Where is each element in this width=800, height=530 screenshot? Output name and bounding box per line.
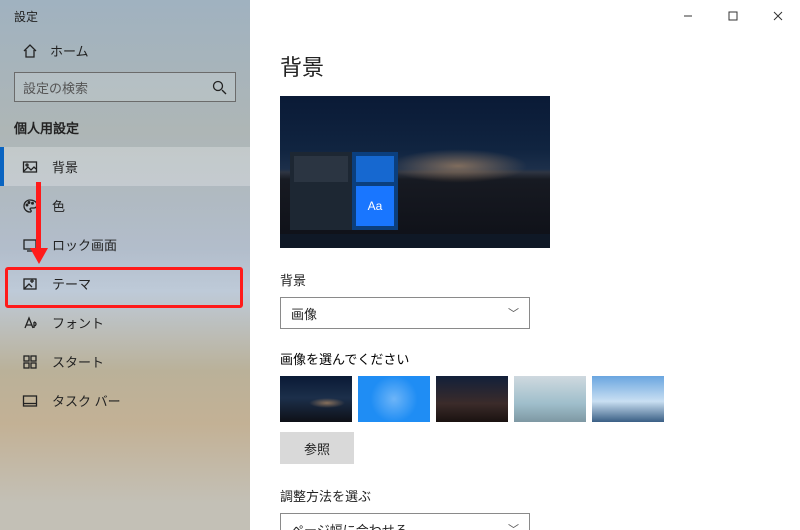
- main-panel: 背景 Aa 背景 画像 ﹀ 画像を選んでください 参照 調整方法を選ぶ ページ幅…: [250, 0, 800, 530]
- chevron-down-icon: ﹀: [508, 305, 519, 321]
- titlebar: [250, 0, 800, 32]
- home-icon: [22, 43, 38, 59]
- search-icon: [211, 79, 227, 95]
- choose-image-group: 画像を選んでください 参照: [280, 349, 800, 464]
- background-type-label: 背景: [280, 270, 800, 289]
- choose-image-label: 画像を選んでください: [280, 349, 800, 368]
- lockscreen-icon: [22, 237, 38, 253]
- sidebar-item-background[interactable]: 背景: [0, 147, 250, 186]
- sidebar-home[interactable]: ホーム: [0, 33, 250, 70]
- fit-select[interactable]: ページ幅に合わせる ﹀: [280, 513, 530, 530]
- wallpaper-thumb[interactable]: [514, 376, 586, 422]
- sidebar-item-themes[interactable]: テーマ: [0, 264, 250, 303]
- sidebar-item-label: 色: [52, 196, 65, 215]
- search-wrap: 設定の検索: [0, 70, 250, 112]
- preview-taskbar: [280, 234, 550, 248]
- maximize-button[interactable]: [710, 2, 755, 30]
- wallpaper-thumb[interactable]: [280, 376, 352, 422]
- preview-start-panel: Aa: [290, 152, 398, 230]
- taskbar-icon: [22, 393, 38, 409]
- sidebar-item-lockscreen[interactable]: ロック画面: [0, 225, 250, 264]
- start-icon: [22, 354, 38, 370]
- background-type-group: 背景 画像 ﹀: [280, 270, 800, 329]
- sidebar-item-label: 背景: [52, 157, 78, 176]
- search-input[interactable]: 設定の検索: [14, 72, 236, 102]
- sidebar-section-title: 個人用設定: [0, 112, 250, 147]
- thumbnail-row: [280, 376, 800, 422]
- sidebar-item-label: フォント: [52, 313, 104, 332]
- wallpaper-thumb[interactable]: [436, 376, 508, 422]
- wallpaper-thumb[interactable]: [592, 376, 664, 422]
- page-title: 背景: [250, 32, 800, 96]
- sidebar-item-label: テーマ: [52, 274, 91, 293]
- sidebar-nav: 背景 色 ロック画面 テーマ フォント: [0, 147, 250, 420]
- fit-value: ページ幅に合わせる: [291, 520, 408, 530]
- picture-icon: [22, 159, 38, 175]
- sidebar-item-label: スタート: [52, 352, 104, 371]
- preview-sample-text: Aa: [356, 186, 394, 226]
- minimize-button[interactable]: [665, 2, 710, 30]
- wallpaper-thumb[interactable]: [358, 376, 430, 422]
- browse-button[interactable]: 参照: [280, 432, 354, 464]
- sidebar-item-taskbar[interactable]: タスク バー: [0, 381, 250, 420]
- font-icon: [22, 315, 38, 331]
- background-type-select[interactable]: 画像 ﹀: [280, 297, 530, 329]
- sidebar-item-label: ロック画面: [52, 235, 117, 254]
- background-preview: Aa: [280, 96, 550, 248]
- window-title: 設定: [0, 0, 250, 33]
- palette-icon: [22, 198, 38, 214]
- sidebar: 設定 ホーム 設定の検索 個人用設定 背景 色: [0, 0, 250, 530]
- fit-label: 調整方法を選ぶ: [280, 486, 800, 505]
- fit-group: 調整方法を選ぶ ページ幅に合わせる ﹀: [280, 486, 800, 530]
- sidebar-item-fonts[interactable]: フォント: [0, 303, 250, 342]
- search-placeholder: 設定の検索: [23, 78, 88, 97]
- sidebar-item-colors[interactable]: 色: [0, 186, 250, 225]
- chevron-down-icon: ﹀: [508, 521, 519, 530]
- close-button[interactable]: [755, 2, 800, 30]
- background-type-value: 画像: [291, 304, 317, 323]
- sidebar-item-label: タスク バー: [52, 391, 121, 410]
- sidebar-item-start[interactable]: スタート: [0, 342, 250, 381]
- sidebar-home-label: ホーム: [50, 41, 89, 60]
- theme-icon: [22, 276, 38, 292]
